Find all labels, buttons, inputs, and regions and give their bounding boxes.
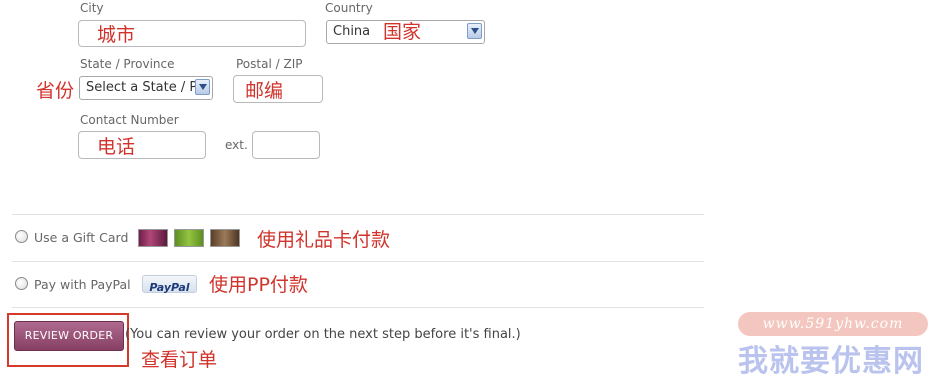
country-annotation: 国家	[383, 21, 422, 43]
contact-annotation: 电话	[97, 136, 136, 158]
gift-card-image-1	[138, 229, 168, 247]
state-annotation: 省份	[36, 80, 75, 102]
gift-card-image-2	[174, 229, 204, 247]
postal-annotation: 邮编	[245, 80, 284, 102]
paypal-logo-text: PayPal	[149, 281, 190, 294]
gift-card-label[interactable]: Use a Gift Card	[34, 230, 128, 245]
contact-label: Contact Number	[80, 113, 179, 127]
chevron-down-icon	[195, 79, 210, 95]
country-select[interactable]: China 国家	[326, 20, 485, 44]
city-input[interactable]: 城市	[78, 20, 306, 47]
paypal-logo: PayPal	[142, 275, 197, 294]
postal-input[interactable]: 邮编	[233, 75, 323, 103]
review-order-button[interactable]: REVIEW ORDER	[14, 321, 124, 351]
gift-card-image-3	[210, 229, 240, 247]
paypal-radio[interactable]	[15, 277, 28, 290]
ext-label: ext.	[225, 138, 248, 152]
city-label: City	[80, 1, 104, 15]
gift-card-radio[interactable]	[15, 230, 28, 243]
paypal-annotation: 使用PP付款	[209, 274, 308, 296]
divider	[12, 307, 704, 308]
watermark-url: www.591yhw.com	[738, 312, 928, 336]
chevron-down-icon	[467, 23, 482, 39]
state-select[interactable]: Select a State / P	[79, 76, 213, 100]
city-annotation: 城市	[97, 24, 136, 46]
contact-number-input[interactable]: 电话	[78, 131, 206, 159]
postal-label: Postal / ZIP	[236, 57, 303, 71]
state-label: State / Province	[80, 57, 175, 71]
paypal-label[interactable]: Pay with PayPal	[34, 277, 131, 292]
gift-card-annotation: 使用礼品卡付款	[257, 229, 391, 251]
country-label: Country	[325, 1, 373, 15]
ext-input[interactable]	[252, 131, 320, 159]
state-selected-value: Select a State / P	[86, 80, 198, 95]
review-hint: (You can review your order on the next s…	[125, 327, 521, 342]
country-selected-value: China	[333, 24, 371, 39]
watermark-logo: 我就要优惠网	[738, 344, 924, 379]
review-annotation: 查看订单	[141, 349, 218, 371]
divider	[12, 261, 704, 262]
divider	[12, 214, 704, 215]
